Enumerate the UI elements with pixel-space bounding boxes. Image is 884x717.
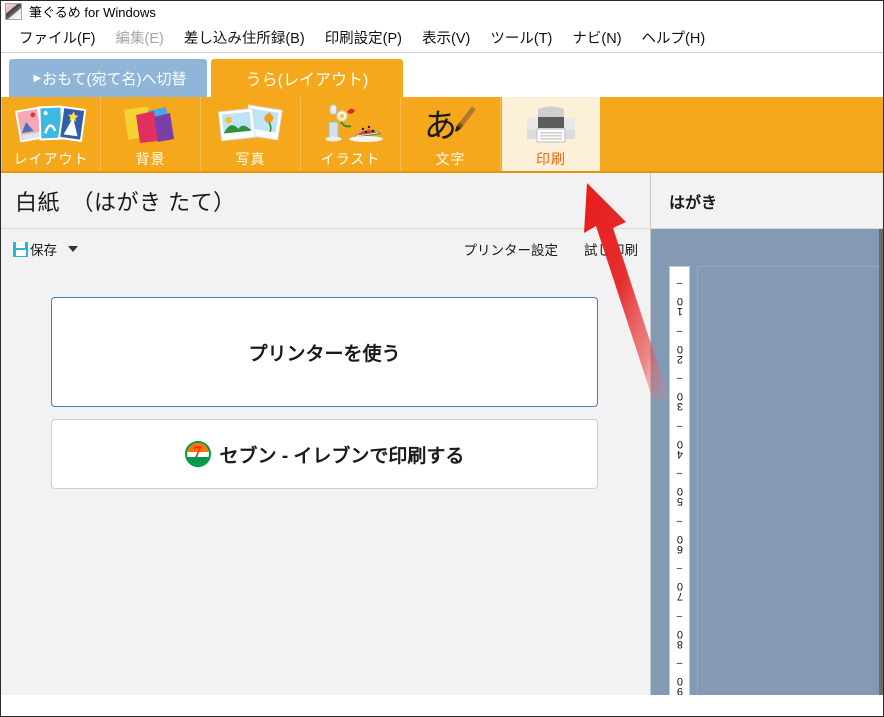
save-button[interactable]: 保存 xyxy=(13,239,57,259)
use-printer-button[interactable]: プリンターを使う xyxy=(51,297,598,407)
illustration-watermelon-icon xyxy=(313,102,389,148)
ruler-tick: – xyxy=(676,278,683,290)
ruler-tick: – xyxy=(676,610,683,622)
action-bar: 保存 プリンター設定 試し印刷 xyxy=(1,229,650,269)
preview-canvas[interactable]: 10–20–30–40–50–60–70–80–90–– xyxy=(651,229,883,695)
printer-icon xyxy=(513,102,589,148)
ruler-tick: – xyxy=(676,563,683,575)
tab-ura-layout[interactable]: うら(レイアウト) xyxy=(211,59,403,97)
ruler-tick: – xyxy=(676,515,683,527)
ruler-tick: – xyxy=(676,373,683,385)
preview-panel: はがき 10–20–30–40–50–60–70–80–90–– xyxy=(651,173,883,695)
svg-text:あ: あ xyxy=(424,109,457,145)
floppy-disk-icon xyxy=(13,241,28,257)
test-print-link[interactable]: 試し印刷 xyxy=(584,239,638,259)
print-choices: プリンターを使う 7 セブン - イレブンで印刷する xyxy=(1,269,650,489)
save-label: 保存 xyxy=(30,243,57,258)
toolbar-label-background: 背景 xyxy=(135,151,166,167)
tab-switch-to-omote[interactable]: ▶ おもて(宛て名)へ切替 xyxy=(9,59,207,97)
toolbar-button-background[interactable]: 背景 xyxy=(101,97,201,171)
vertical-scrollbar[interactable] xyxy=(879,229,883,695)
menu-item-print-settings[interactable]: 印刷設定(P) xyxy=(315,25,412,50)
toolbar-label-illustration: イラスト xyxy=(320,151,381,167)
ruler-number: 60 xyxy=(674,534,686,555)
menu-item-tools[interactable]: ツール(T) xyxy=(480,25,562,50)
window-title: 筆ぐるめ for Windows xyxy=(29,5,156,20)
vertical-ruler[interactable]: 10–20–30–40–50–60–70–80–90–– xyxy=(669,266,690,695)
toolbar-label-print: 印刷 xyxy=(536,151,566,167)
seven-eleven-label: セブン - イレブンで印刷する xyxy=(219,445,465,467)
ruler-number: 90 xyxy=(674,677,686,695)
background-shapes-icon xyxy=(113,102,189,148)
document-title-bar: 白紙 （はがき たて） xyxy=(1,173,650,229)
ruler-number: 70 xyxy=(674,582,686,602)
application-window: 筆ぐるめ for Windows ファイル(F) 編集(E) 差し込み住所録(B… xyxy=(0,0,884,717)
layout-cards-icon xyxy=(13,102,89,148)
seven-eleven-print-button[interactable]: 7 セブン - イレブンで印刷する xyxy=(51,419,598,489)
preview-header: はがき xyxy=(651,173,883,229)
menu-item-view[interactable]: 表示(V) xyxy=(412,25,480,50)
menu-item-address-book[interactable]: 差し込み住所録(B) xyxy=(174,25,315,50)
menu-item-edit[interactable]: 編集(E) xyxy=(106,25,174,50)
ruler-tick: – xyxy=(676,325,683,337)
use-printer-label: プリンターを使う xyxy=(248,343,401,365)
printer-settings-link[interactable]: プリンター設定 xyxy=(464,239,559,259)
text-brush-icon: あ xyxy=(413,102,489,148)
menu-item-help[interactable]: ヘルプ(H) xyxy=(632,25,716,50)
toolbar-label-photo: 写真 xyxy=(235,151,266,167)
ruler-number: 80 xyxy=(674,629,686,650)
seven-eleven-logo: 7 xyxy=(184,441,211,467)
play-triangle-icon: ▶ xyxy=(33,72,42,84)
seven-logo-digit: 7 xyxy=(193,443,202,461)
page-area[interactable] xyxy=(697,266,883,695)
print-panel: 白紙 （はがき たて） 保存 プリンター設定 試し印刷 プリンターを使う 7 セ… xyxy=(1,173,651,695)
ruler-number: 10 xyxy=(674,297,686,317)
title-bar: 筆ぐるめ for Windows xyxy=(1,1,883,23)
photos-icon xyxy=(213,102,289,148)
preview-title: はがき xyxy=(669,194,718,212)
ruler-tick: – xyxy=(676,658,683,670)
menu-bar: ファイル(F) 編集(E) 差し込み住所録(B) 印刷設定(P) 表示(V) ツ… xyxy=(1,23,883,53)
caret-down-icon[interactable] xyxy=(68,246,78,252)
brush-icon xyxy=(5,3,22,20)
toolbar-button-print[interactable]: 印刷 xyxy=(501,97,601,171)
menu-item-file[interactable]: ファイル(F) xyxy=(9,25,106,50)
tab-omote-label: おもて(宛て名)へ切替 xyxy=(42,70,187,88)
toolbar-button-illustration[interactable]: イラスト xyxy=(301,97,401,171)
toolbar-button-layout[interactable]: レイアウト xyxy=(1,97,101,171)
ruler-number: 30 xyxy=(674,392,686,412)
main-body: 白紙 （はがき たて） 保存 プリンター設定 試し印刷 プリンターを使う 7 セ… xyxy=(1,173,883,695)
toolbar-button-text[interactable]: あ 文字 xyxy=(401,97,501,171)
face-tab-bar: ▶ おもて(宛て名)へ切替 うら(レイアウト) xyxy=(1,53,883,97)
menu-item-navi[interactable]: ナビ(N) xyxy=(562,25,631,50)
tab-ura-label: うら(レイアウト) xyxy=(245,72,369,89)
icon-toolbar: レイアウト 背景 写真 イラスト あ 文字 印刷 xyxy=(1,97,883,173)
ruler-number: 40 xyxy=(674,439,686,460)
ruler-number: 20 xyxy=(674,344,686,365)
ruler-number: 50 xyxy=(674,487,686,507)
ruler-tick: – xyxy=(676,420,683,432)
page-title: 白紙 （はがき たて） xyxy=(15,189,236,215)
toolbar-label-text: 文字 xyxy=(435,151,466,167)
toolbar-label-layout: レイアウト xyxy=(13,151,89,167)
ruler-tick: – xyxy=(676,468,683,480)
toolbar-button-photo[interactable]: 写真 xyxy=(201,97,301,171)
